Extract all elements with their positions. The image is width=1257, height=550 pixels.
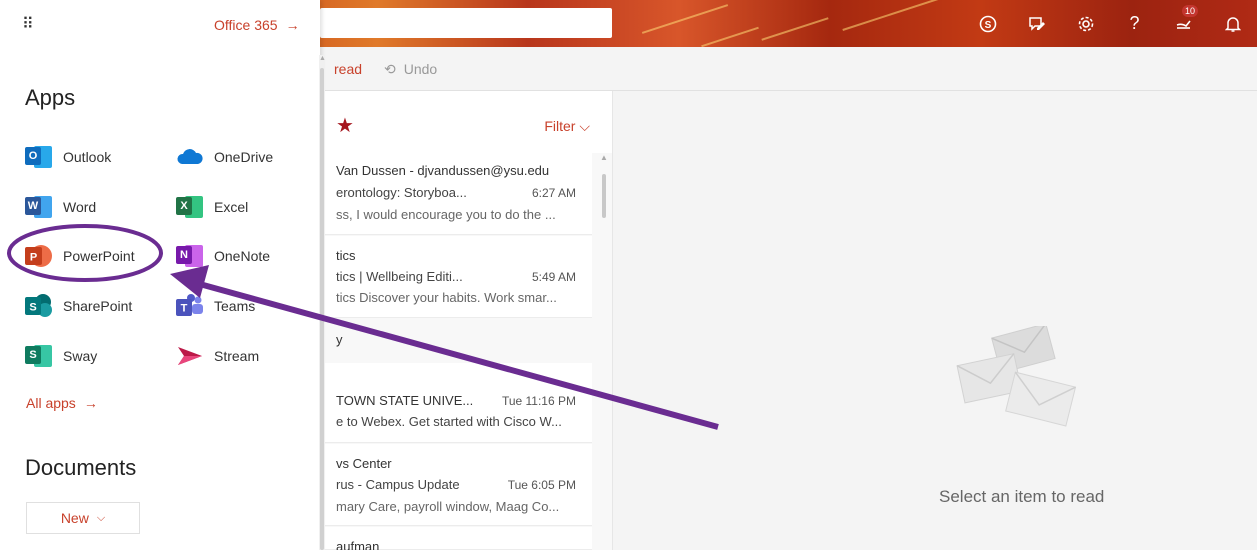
app-tile-onenote[interactable]: N OneNote bbox=[176, 243, 270, 269]
sway-icon: S bbox=[25, 343, 53, 369]
command-bar: read ⟲ Undo bbox=[320, 47, 1257, 91]
message-sender: TOWN STATE UNIVE... bbox=[336, 393, 474, 408]
message-item[interactable]: Van Dussen - djvandussen@ysu.edu erontol… bbox=[320, 153, 592, 235]
documents-heading: Documents bbox=[25, 455, 137, 480]
message-item[interactable]: aufman bbox=[320, 527, 592, 550]
message-subject: e to Webex. Get started with Cisco W... bbox=[336, 414, 562, 429]
filter-label: Filter bbox=[544, 118, 576, 134]
bell-icon[interactable] bbox=[1208, 0, 1257, 47]
message-time: Tue 11:16 PM bbox=[501, 394, 576, 408]
favorite-star-icon[interactable]: ★ bbox=[336, 113, 354, 138]
help-glyph: ? bbox=[1129, 13, 1140, 33]
message-subject: erontology: Storyboa... bbox=[336, 185, 467, 200]
reading-pane: Select an item to read bbox=[612, 91, 1257, 550]
outlook-icon: O bbox=[25, 144, 53, 170]
app-tile-stream[interactable]: Stream bbox=[176, 343, 259, 369]
app-label: Stream bbox=[214, 348, 260, 364]
mark-read-button[interactable]: read bbox=[334, 61, 362, 77]
sharepoint-icon: S bbox=[25, 293, 53, 319]
app-label: Word bbox=[63, 199, 97, 215]
app-label: Outlook bbox=[63, 149, 112, 165]
stream-icon bbox=[176, 343, 204, 369]
message-time: Tue 6:05 PM bbox=[507, 478, 576, 492]
message-preview: ss, I would encourage you to do the ... bbox=[336, 207, 556, 222]
app-label: Teams bbox=[214, 298, 256, 314]
arrow-right-icon: → bbox=[285, 17, 300, 33]
chevron-down-icon: ⌵ bbox=[579, 118, 590, 134]
message-preview: tics Discover your habits. Work smar... bbox=[336, 290, 557, 305]
app-tile-teams[interactable]: T Teams bbox=[176, 293, 255, 319]
message-subject: rus - Campus Update bbox=[336, 477, 460, 492]
svg-text:S: S bbox=[29, 302, 36, 314]
all-apps-link[interactable]: All apps → bbox=[26, 395, 98, 411]
app-tile-word[interactable]: W Word bbox=[25, 194, 96, 220]
app-tile-excel[interactable]: X Excel bbox=[176, 194, 248, 220]
undo-icon: ⟲ bbox=[384, 61, 396, 77]
message-list-scroll-thumb[interactable] bbox=[602, 174, 606, 218]
message-sender: aufman bbox=[336, 539, 380, 550]
help-icon[interactable]: ? bbox=[1110, 0, 1159, 47]
message-sender: Van Dussen - djvandussen@ysu.edu bbox=[336, 163, 550, 178]
notification-badge: 10 bbox=[1181, 5, 1198, 17]
envelopes-illustration bbox=[956, 326, 1076, 427]
message-item[interactable]: tics tics | Wellbeing Editi... 5:49 AM t… bbox=[320, 236, 592, 318]
onedrive-icon bbox=[176, 144, 204, 170]
search-input[interactable] bbox=[320, 8, 612, 38]
undo-button[interactable]: ⟲ Undo bbox=[384, 61, 437, 78]
message-item[interactable]: vs Center rus - Campus Update Tue 6:05 P… bbox=[320, 444, 592, 526]
message-subject: tics | Wellbeing Editi... bbox=[336, 269, 463, 284]
excel-icon: X bbox=[176, 194, 204, 220]
message-list: ★ Filter ⌵ Van Dussen - djvandussen@ysu.… bbox=[320, 91, 612, 550]
office-365-label: Office 365 bbox=[214, 17, 278, 33]
filter-button[interactable]: Filter ⌵ bbox=[544, 118, 590, 135]
message-item[interactable]: TOWN STATE UNIVE... Tue 11:16 PM e to We… bbox=[320, 363, 592, 443]
launcher-scroll-thumb[interactable] bbox=[320, 68, 324, 550]
all-apps-label: All apps bbox=[26, 395, 76, 411]
date-group-label: y bbox=[336, 332, 343, 347]
onenote-icon: N bbox=[176, 243, 204, 269]
svg-text:S: S bbox=[984, 20, 991, 31]
app-launcher-panel: ⠿ Office 365 → Apps O Outlook OneDrive W … bbox=[0, 0, 326, 550]
svg-text:P: P bbox=[30, 252, 37, 264]
message-sender: tics bbox=[336, 248, 356, 263]
new-document-button[interactable]: New ⌵ bbox=[26, 502, 140, 534]
powerpoint-icon: P bbox=[25, 243, 53, 269]
app-tile-sway[interactable]: S Sway bbox=[25, 343, 97, 369]
message-list-header: ★ Filter ⌵ bbox=[320, 91, 612, 153]
office-365-link[interactable]: Office 365 → bbox=[214, 17, 300, 33]
feedback-icon[interactable] bbox=[1012, 0, 1061, 47]
app-label: OneNote bbox=[214, 248, 271, 264]
apps-heading: Apps bbox=[25, 85, 76, 110]
svg-text:T: T bbox=[181, 303, 188, 315]
word-icon: W bbox=[25, 194, 53, 220]
app-tile-sharepoint[interactable]: S SharePoint bbox=[25, 293, 132, 319]
arrow-right-icon: → bbox=[83, 395, 98, 411]
settings-icon[interactable] bbox=[1061, 0, 1110, 47]
message-time: 5:49 AM bbox=[531, 270, 576, 284]
skype-icon[interactable]: S bbox=[963, 0, 1012, 47]
app-tile-powerpoint[interactable]: P PowerPoint bbox=[25, 243, 135, 269]
scroll-up-icon[interactable]: ▲ bbox=[600, 153, 608, 162]
whats-new-icon[interactable]: 10 bbox=[1159, 0, 1208, 47]
app-label: OneDrive bbox=[214, 149, 274, 165]
message-time: 6:27 AM bbox=[531, 186, 576, 200]
empty-reading-text: Select an item to read bbox=[939, 487, 1105, 506]
teams-icon: T bbox=[176, 293, 204, 319]
chevron-down-icon: ⌵ bbox=[96, 511, 106, 524]
undo-label: Undo bbox=[403, 61, 438, 77]
app-tile-onedrive[interactable]: OneDrive bbox=[176, 144, 273, 170]
scroll-up-icon[interactable]: ▲ bbox=[319, 55, 326, 62]
message-sender: vs Center bbox=[336, 456, 392, 471]
app-label: SharePoint bbox=[63, 298, 133, 314]
app-tile-outlook[interactable]: O Outlook bbox=[25, 144, 111, 170]
app-label: Excel bbox=[214, 199, 249, 215]
app-label: Sway bbox=[63, 348, 98, 364]
app-label: PowerPoint bbox=[63, 248, 135, 264]
message-preview: mary Care, payroll window, Maag Co... bbox=[336, 499, 560, 514]
app-launcher-waffle-icon[interactable]: ⠿ bbox=[22, 14, 34, 34]
new-button-label: New bbox=[60, 510, 89, 526]
